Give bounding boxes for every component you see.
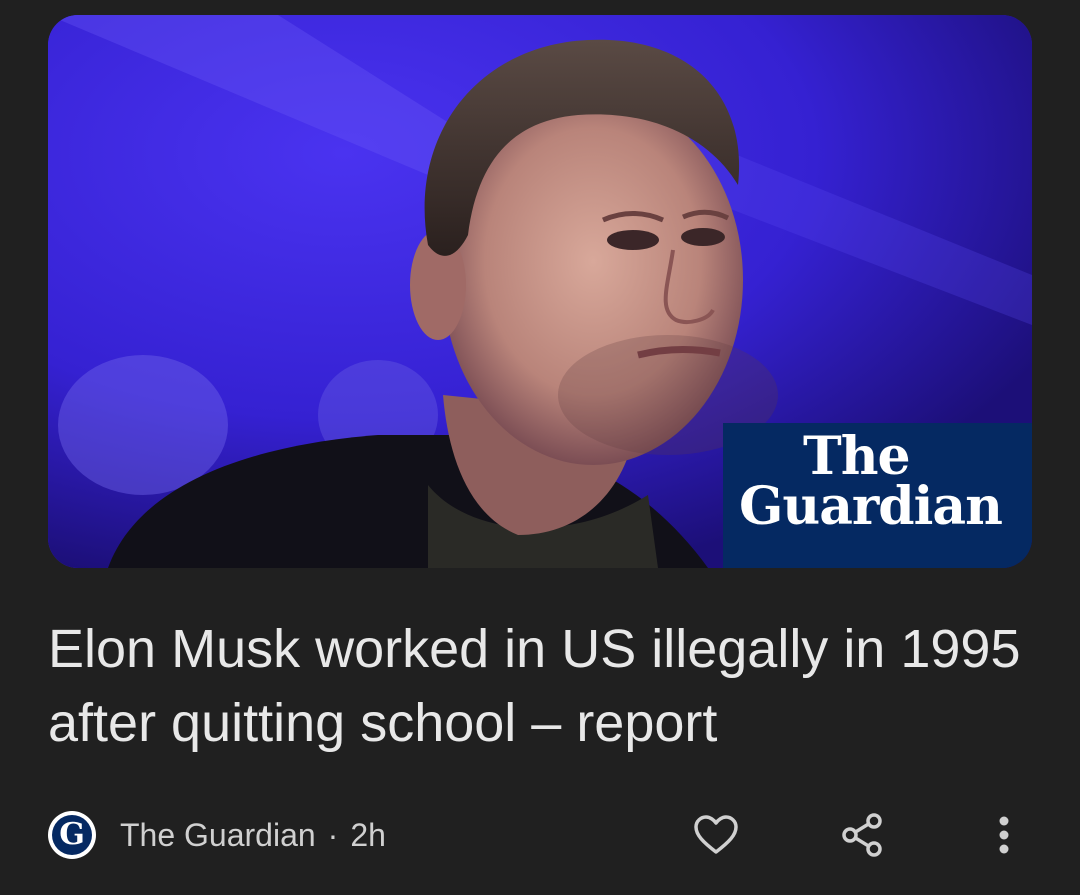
- news-card[interactable]: The Guardian Elon Musk worked in US ille…: [0, 0, 1080, 895]
- source-logo-icon[interactable]: G: [48, 811, 96, 859]
- more-vert-icon: [999, 816, 1009, 854]
- published-time: 2h: [350, 816, 386, 853]
- share-button[interactable]: [835, 808, 889, 862]
- article-meta: G The Guardian · 2h: [48, 810, 386, 860]
- heart-icon: [694, 815, 738, 854]
- share-icon: [842, 813, 882, 857]
- like-button[interactable]: [689, 808, 743, 862]
- guardian-logo: The Guardian: [723, 423, 1032, 568]
- source-logo-letter: G: [52, 815, 92, 855]
- article-headline[interactable]: Elon Musk worked in US illegally in 1995…: [48, 612, 1038, 760]
- article-image[interactable]: The Guardian: [48, 15, 1032, 568]
- logo-text-guardian: Guardian: [739, 476, 1003, 537]
- more-options-button[interactable]: [977, 808, 1031, 862]
- source-name[interactable]: The Guardian: [120, 817, 316, 854]
- meta-separator: ·: [327, 816, 339, 853]
